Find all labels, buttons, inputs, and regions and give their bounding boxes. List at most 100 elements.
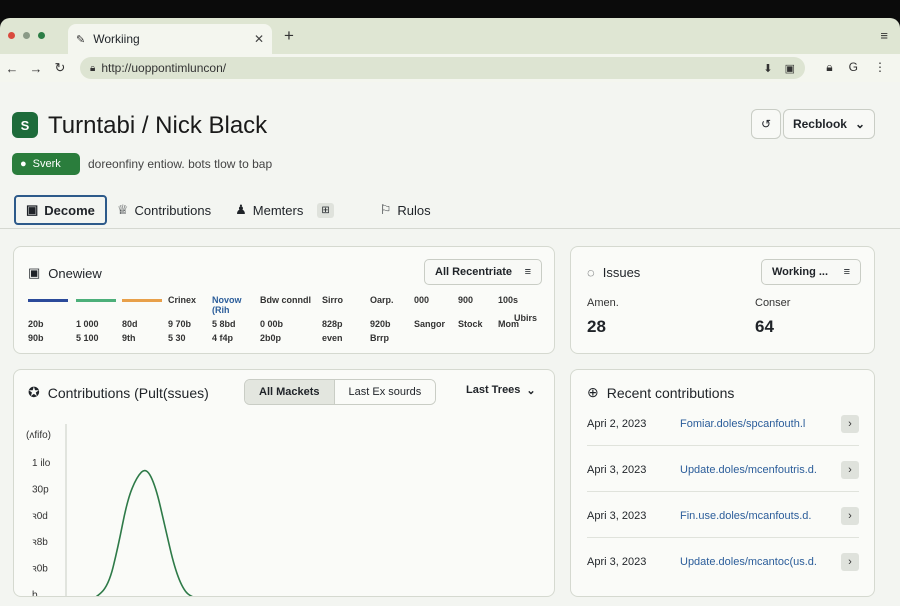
- repo-logo-icon: S: [12, 112, 38, 138]
- chevron-down-icon: ⌄: [526, 385, 536, 397]
- y-tick-label: 30p: [32, 484, 49, 495]
- issues-stat2-label: Conser: [755, 297, 791, 309]
- contributions-card: ✪ Contributions (Pult(ssues) All Mackets…: [13, 369, 555, 597]
- contribution-link[interactable]: Update.doles/mcantoc(us.d.: [680, 556, 841, 568]
- contribution-date: Apri 3, 2023: [587, 509, 647, 522]
- tab-contributions[interactable]: ♕ Contributions: [107, 195, 221, 225]
- contribution-date: Apri 3, 2023: [587, 463, 647, 476]
- window-menu-icon[interactable]: ≡: [880, 28, 888, 43]
- issues-filter-select[interactable]: Working ... ≡: [761, 259, 861, 285]
- status-dot-icon: ●: [20, 158, 27, 170]
- refresh-button[interactable]: ↺: [751, 109, 781, 139]
- page-title: Turntabi / Nick Black: [48, 112, 268, 139]
- overview-cell: 920b: [370, 319, 391, 329]
- overview-card: ▣ Onewiew All Recentriate ≡ Crinex Novow…: [13, 246, 555, 354]
- status-badge: ● Sverk: [12, 153, 80, 175]
- browser-tab[interactable]: ✎ Workiing ✕: [68, 24, 272, 54]
- overview-header: 900: [458, 295, 474, 305]
- chevron-right-icon[interactable]: ›: [841, 553, 859, 571]
- contributions-chart: (ʌfifo)1 ilo30pꝛ0dꝛ8bꝛ0bbApri 3, 2023Apr…: [26, 424, 193, 596]
- overview-cell: 90b: [28, 333, 44, 343]
- tab-label: Rulos: [397, 202, 431, 218]
- overview-cell: 828p: [322, 319, 343, 329]
- segment-all-mackets[interactable]: All Mackets: [245, 380, 335, 404]
- overview-cell: 1 000: [76, 319, 99, 329]
- tab-members[interactable]: ♟ Memters ⊞: [225, 195, 344, 225]
- actions-dropdown[interactable]: Recblook ⌄: [783, 109, 875, 139]
- address-bar[interactable]: 🔒︎ http://uoppontimluncon/ ⬇ ▣: [80, 57, 805, 79]
- contributions-title: ✪ Contributions (Pult(ssues): [28, 384, 209, 401]
- chevron-right-icon[interactable]: ›: [841, 414, 859, 433]
- contribution-date: Apri 3, 2023: [587, 556, 647, 568]
- new-tab-button[interactable]: +: [284, 26, 294, 46]
- contribution-date: Apri 2, 2023: [587, 417, 647, 430]
- overview-header: Novow (Rih: [212, 295, 242, 315]
- y-tick-label: b: [32, 590, 38, 596]
- tab-rules[interactable]: ⚐ Rulos: [370, 195, 441, 225]
- filter-lines-icon: ≡: [843, 266, 850, 278]
- overview-header: Bdw conndl: [260, 295, 311, 305]
- overview-cell: 5 100: [76, 333, 99, 343]
- overview-title: ▣ Onewiew: [28, 265, 102, 281]
- back-arrow-icon[interactable]: ←: [0, 61, 24, 76]
- close-window-button[interactable]: [8, 32, 15, 39]
- forward-arrow-icon[interactable]: →: [24, 61, 48, 76]
- overview-cell: 20b: [28, 319, 44, 329]
- overview-header: Crinex: [168, 295, 197, 305]
- list-item[interactable]: Apri 3, 2023 Update.doles/mcantoc(us.d. …: [587, 540, 859, 584]
- list-item[interactable]: Apri 3, 2023 Update.doles/mcenfoutris.d.…: [587, 448, 859, 492]
- overview-cell: even: [322, 333, 343, 343]
- sync-icon[interactable]: G: [849, 60, 858, 75]
- overview-filter-select[interactable]: All Recentriate ≡: [424, 259, 542, 285]
- tab-decome[interactable]: ▣ Decome: [14, 195, 107, 225]
- overview-cell: 5 8bd: [212, 319, 236, 329]
- browser-menu-icon[interactable]: ⋮: [874, 60, 886, 75]
- contributions-icon: ✪: [28, 384, 40, 400]
- overview-cell: 9 70b: [168, 319, 192, 329]
- tab-label: Decome: [44, 202, 95, 218]
- contribution-link[interactable]: Fin.use.doles/mcanfouts.d.: [680, 510, 841, 522]
- recent-contributions-card: ⊕ Recent contributions Apri 2, 2023 Fomi…: [570, 369, 875, 597]
- overview-cell: 0 00b: [260, 319, 284, 329]
- profile-lock-icon[interactable]: 🔒︎: [826, 60, 832, 75]
- overview-icon: ▣: [28, 265, 41, 280]
- tab-label: Contributions: [134, 202, 212, 218]
- maximize-window-button[interactable]: [38, 32, 45, 39]
- issues-stat1-value: 28: [587, 317, 606, 336]
- contributions-segmented-control: All Mackets Last Ex sourds: [244, 379, 437, 405]
- url-text: http://uoppontimluncon/: [101, 61, 227, 75]
- refresh-icon: ↺: [760, 117, 772, 131]
- list-item[interactable]: Apri 3, 2023 Fin.use.doles/mcanfouts.d. …: [587, 494, 859, 538]
- minimize-window-button[interactable]: [23, 32, 30, 39]
- extension-icon[interactable]: ▣: [785, 62, 795, 75]
- contribution-link[interactable]: Update.doles/mcenfoutris.d.: [680, 464, 841, 476]
- tab-close-icon[interactable]: ✕: [254, 32, 264, 46]
- y-tick-label: ꝛ8b: [32, 537, 48, 548]
- select-label: Working ...: [772, 266, 829, 278]
- contribution-link[interactable]: Fomiar.doles/spcanfouth.l: [680, 418, 841, 430]
- range-dropdown[interactable]: Last Trees ⌄: [466, 384, 536, 397]
- overview-header: Oarp.: [370, 295, 394, 305]
- chevron-right-icon[interactable]: ›: [841, 460, 859, 479]
- tab-label: Memters: [252, 202, 304, 218]
- plus-circle-icon: ⊕: [587, 384, 599, 400]
- browser-toolbar: ← → ↻ 🔒︎ http://uoppontimluncon/ ⬇ ▣ 🔒︎ …: [0, 54, 900, 82]
- overview-cell: 4 f4p: [212, 333, 234, 343]
- browser-tab-strip: ✎ Workiing ✕ + ≡: [0, 18, 900, 54]
- repo-nav-tabs: ▣ Decome ♕ Contributions ♟ Memters ⊞ ⚐ R…: [14, 194, 441, 226]
- issues-stat2-value: 64: [755, 317, 774, 336]
- lock-icon: 🔒︎: [90, 62, 96, 74]
- y-tick-label: ꝛ0d: [32, 511, 48, 522]
- page-content: S Turntabi / Nick Black ● Sverk doreonfi…: [0, 82, 900, 606]
- actions-dropdown-label: Recblook: [792, 117, 847, 131]
- download-icon[interactable]: ⬇: [763, 62, 772, 75]
- reload-icon[interactable]: ↻: [48, 60, 72, 76]
- filter-lines-icon: ≡: [524, 266, 531, 278]
- overview-header: Sirro: [322, 295, 344, 305]
- person-icon: ♟: [235, 202, 247, 217]
- overview-cell: 5 30: [168, 333, 186, 343]
- y-tick-label: ꝛ0b: [32, 564, 48, 575]
- segment-last-ex-sourds[interactable]: Last Ex sourds: [334, 380, 436, 404]
- chevron-right-icon[interactable]: ›: [841, 506, 859, 525]
- list-item[interactable]: Apri 2, 2023 Fomiar.doles/spcanfouth.l ›: [587, 402, 859, 446]
